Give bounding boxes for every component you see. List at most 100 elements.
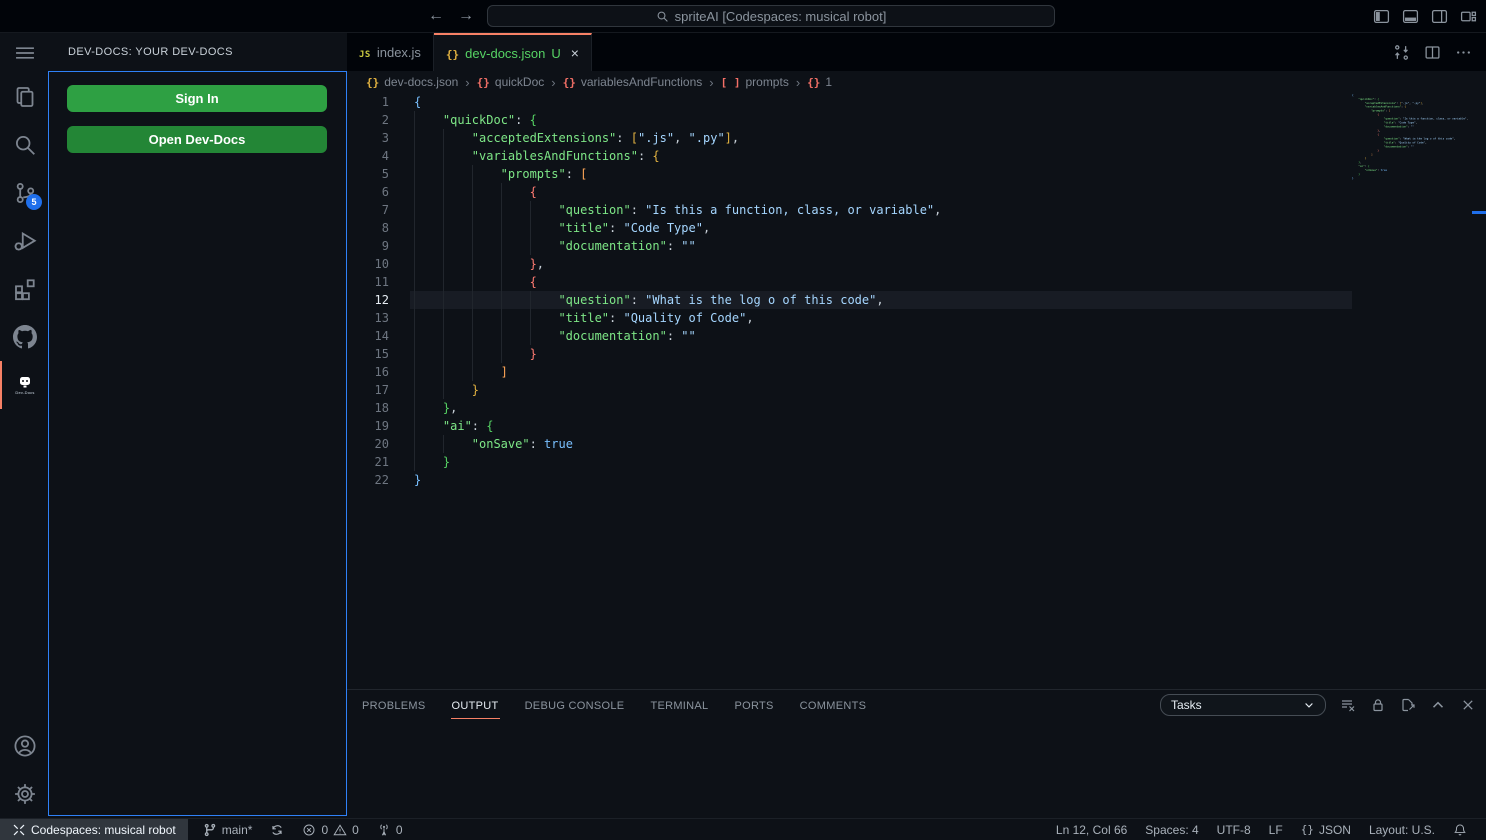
code-line[interactable]: 19"ai": { — [347, 417, 1352, 435]
code-line[interactable]: 7"question": "Is this a function, class,… — [347, 201, 1352, 219]
open-dev-docs-button[interactable]: Open Dev-Docs — [67, 126, 327, 153]
code-line[interactable]: 20"onSave": true — [347, 435, 1352, 453]
clear-output-button[interactable] — [1340, 697, 1356, 713]
breadcrumb-item[interactable]: {}variablesAndFunctions — [563, 75, 703, 89]
code-line[interactable]: 15} — [347, 345, 1352, 363]
overview-ruler[interactable] — [1472, 93, 1486, 689]
token: "quickDoc" — [443, 113, 515, 127]
token: : — [638, 149, 652, 163]
code-line[interactable]: 5"prompts": [ — [347, 165, 1352, 183]
toggle-panel-button[interactable] — [1402, 7, 1420, 25]
token: } — [443, 455, 450, 469]
forward-button[interactable]: → — [458, 8, 474, 24]
git-branch-icon — [203, 823, 217, 837]
toggle-secondary-sidebar-button[interactable] — [1431, 7, 1449, 25]
encoding[interactable]: UTF-8 — [1208, 819, 1260, 840]
code-line[interactable]: 6{ — [347, 183, 1352, 201]
panel-tab-comments[interactable]: COMMENTS — [799, 692, 868, 719]
keyboard-layout[interactable]: Layout: U.S. — [1360, 819, 1444, 840]
line-number: 20 — [347, 435, 389, 453]
sign-in-button[interactable]: Sign In — [67, 85, 327, 112]
activity-bar-explorer[interactable] — [0, 73, 48, 121]
lock-scrolling-button[interactable] — [1370, 697, 1386, 713]
code-line[interactable]: 18}, — [347, 399, 1352, 417]
command-center-search[interactable]: spriteAI [Codespaces: musical robot] — [487, 5, 1055, 27]
maximize-panel-button[interactable] — [1430, 697, 1446, 713]
activity-bar-run-and-debug[interactable] — [0, 217, 48, 265]
code-line[interactable]: 16] — [347, 363, 1352, 381]
indent-guide — [501, 327, 530, 345]
code-line[interactable]: 10}, — [347, 255, 1352, 273]
tab-label: index.js — [377, 45, 421, 60]
activity-bar-accounts[interactable] — [0, 722, 48, 770]
indent-guide — [501, 345, 530, 363]
activity-bar-extensions[interactable] — [0, 265, 48, 313]
code-line[interactable]: 2"quickDoc": { — [347, 111, 1352, 129]
code-line[interactable]: 21} — [347, 453, 1352, 471]
more-actions-button[interactable] — [1455, 44, 1472, 61]
panel-tab-debug-console[interactable]: DEBUG CONSOLE — [524, 692, 626, 719]
indent-guide — [443, 147, 472, 165]
line-content: } — [410, 453, 1352, 471]
output-channel-select[interactable]: Tasks — [1160, 694, 1326, 716]
indentation[interactable]: Spaces: 4 — [1136, 819, 1207, 840]
cursor-position[interactable]: Ln 12, Col 66 — [1047, 819, 1136, 840]
panel-tab-output[interactable]: OUTPUT — [451, 692, 500, 719]
activity-bar-search[interactable] — [0, 121, 48, 169]
breadcrumb-item[interactable]: {}1 — [807, 75, 832, 89]
close-tab-icon[interactable]: × — [571, 45, 579, 61]
indent-guide — [530, 309, 559, 327]
problems-item[interactable]: 00 — [293, 819, 367, 840]
tab-index-js[interactable]: JSindex.js — [347, 33, 434, 71]
remote-indicator[interactable]: Codespaces: musical robot — [0, 819, 188, 840]
split-editor-button[interactable] — [1424, 44, 1441, 61]
panel-tab-ports[interactable]: PORTS — [733, 692, 774, 719]
token: ] — [501, 365, 508, 379]
indent-guide — [501, 237, 530, 255]
git-branch-item[interactable]: main* — [194, 819, 262, 840]
breadcrumb-item[interactable]: [ ]prompts — [721, 75, 789, 89]
forwarded-ports-item[interactable]: 0 — [368, 819, 412, 840]
code-line[interactable]: 3"acceptedExtensions": [".js", ".py"], — [347, 129, 1352, 147]
breadcrumb-item[interactable]: {}quickDoc — [477, 75, 545, 89]
code-line[interactable]: 9"documentation": "" — [347, 237, 1352, 255]
panel-tab-problems[interactable]: PROBLEMS — [361, 692, 427, 719]
panel-tab-terminal[interactable]: TERMINAL — [649, 692, 709, 719]
notifications-bell[interactable] — [1444, 819, 1476, 840]
code-line[interactable]: 17} — [347, 381, 1352, 399]
code-line[interactable]: 12"question": "What is the log o of this… — [347, 291, 1352, 309]
activity-bar-menu-button[interactable] — [0, 33, 48, 73]
code-line[interactable]: 14"documentation": "" — [347, 327, 1352, 345]
indent-guide — [414, 129, 443, 147]
activity-bar-settings[interactable] — [0, 770, 48, 818]
close-panel-button[interactable] — [1460, 697, 1476, 713]
code-line[interactable]: 13"title": "Quality of Code", — [347, 309, 1352, 327]
code-line[interactable]: 8"title": "Code Type", — [347, 219, 1352, 237]
toggle-sidebar-button[interactable] — [1373, 7, 1391, 25]
code-line[interactable]: 1{ — [347, 93, 1352, 111]
customize-layout-button[interactable] — [1460, 7, 1478, 25]
line-number: 18 — [347, 399, 389, 417]
tab-dev-docs-json[interactable]: {}dev-docs.jsonU× — [434, 33, 592, 71]
language-mode[interactable]: {}JSON — [1292, 819, 1360, 840]
minimap-line: } — [1352, 176, 1472, 180]
chevron-up-icon — [1430, 697, 1446, 713]
dev-docs-icon — [17, 376, 33, 389]
code-editor[interactable]: 1{2"quickDoc": {3"acceptedExtensions": [… — [347, 93, 1352, 689]
open-changes-button[interactable] — [1393, 44, 1410, 61]
sync-item[interactable] — [261, 819, 293, 840]
line-number: 16 — [347, 363, 389, 381]
editor-actions — [1393, 33, 1472, 71]
code-line[interactable]: 4"variablesAndFunctions": { — [347, 147, 1352, 165]
indent-guide — [472, 309, 501, 327]
activity-bar-dev-docs[interactable]: Dev-Docs — [0, 361, 48, 409]
minimap[interactable]: { "quickDoc": { "acceptedExtensions": ["… — [1352, 93, 1472, 689]
activity-bar-source-control[interactable]: 5 — [0, 169, 48, 217]
back-button[interactable]: ← — [428, 8, 444, 24]
breadcrumb-item[interactable]: {}dev-docs.json — [366, 75, 458, 89]
code-line[interactable]: 22} — [347, 471, 1352, 489]
open-output-in-editor-button[interactable] — [1400, 697, 1416, 713]
activity-bar-github[interactable] — [0, 313, 48, 361]
code-line[interactable]: 11{ — [347, 273, 1352, 291]
end-of-line[interactable]: LF — [1260, 819, 1292, 840]
